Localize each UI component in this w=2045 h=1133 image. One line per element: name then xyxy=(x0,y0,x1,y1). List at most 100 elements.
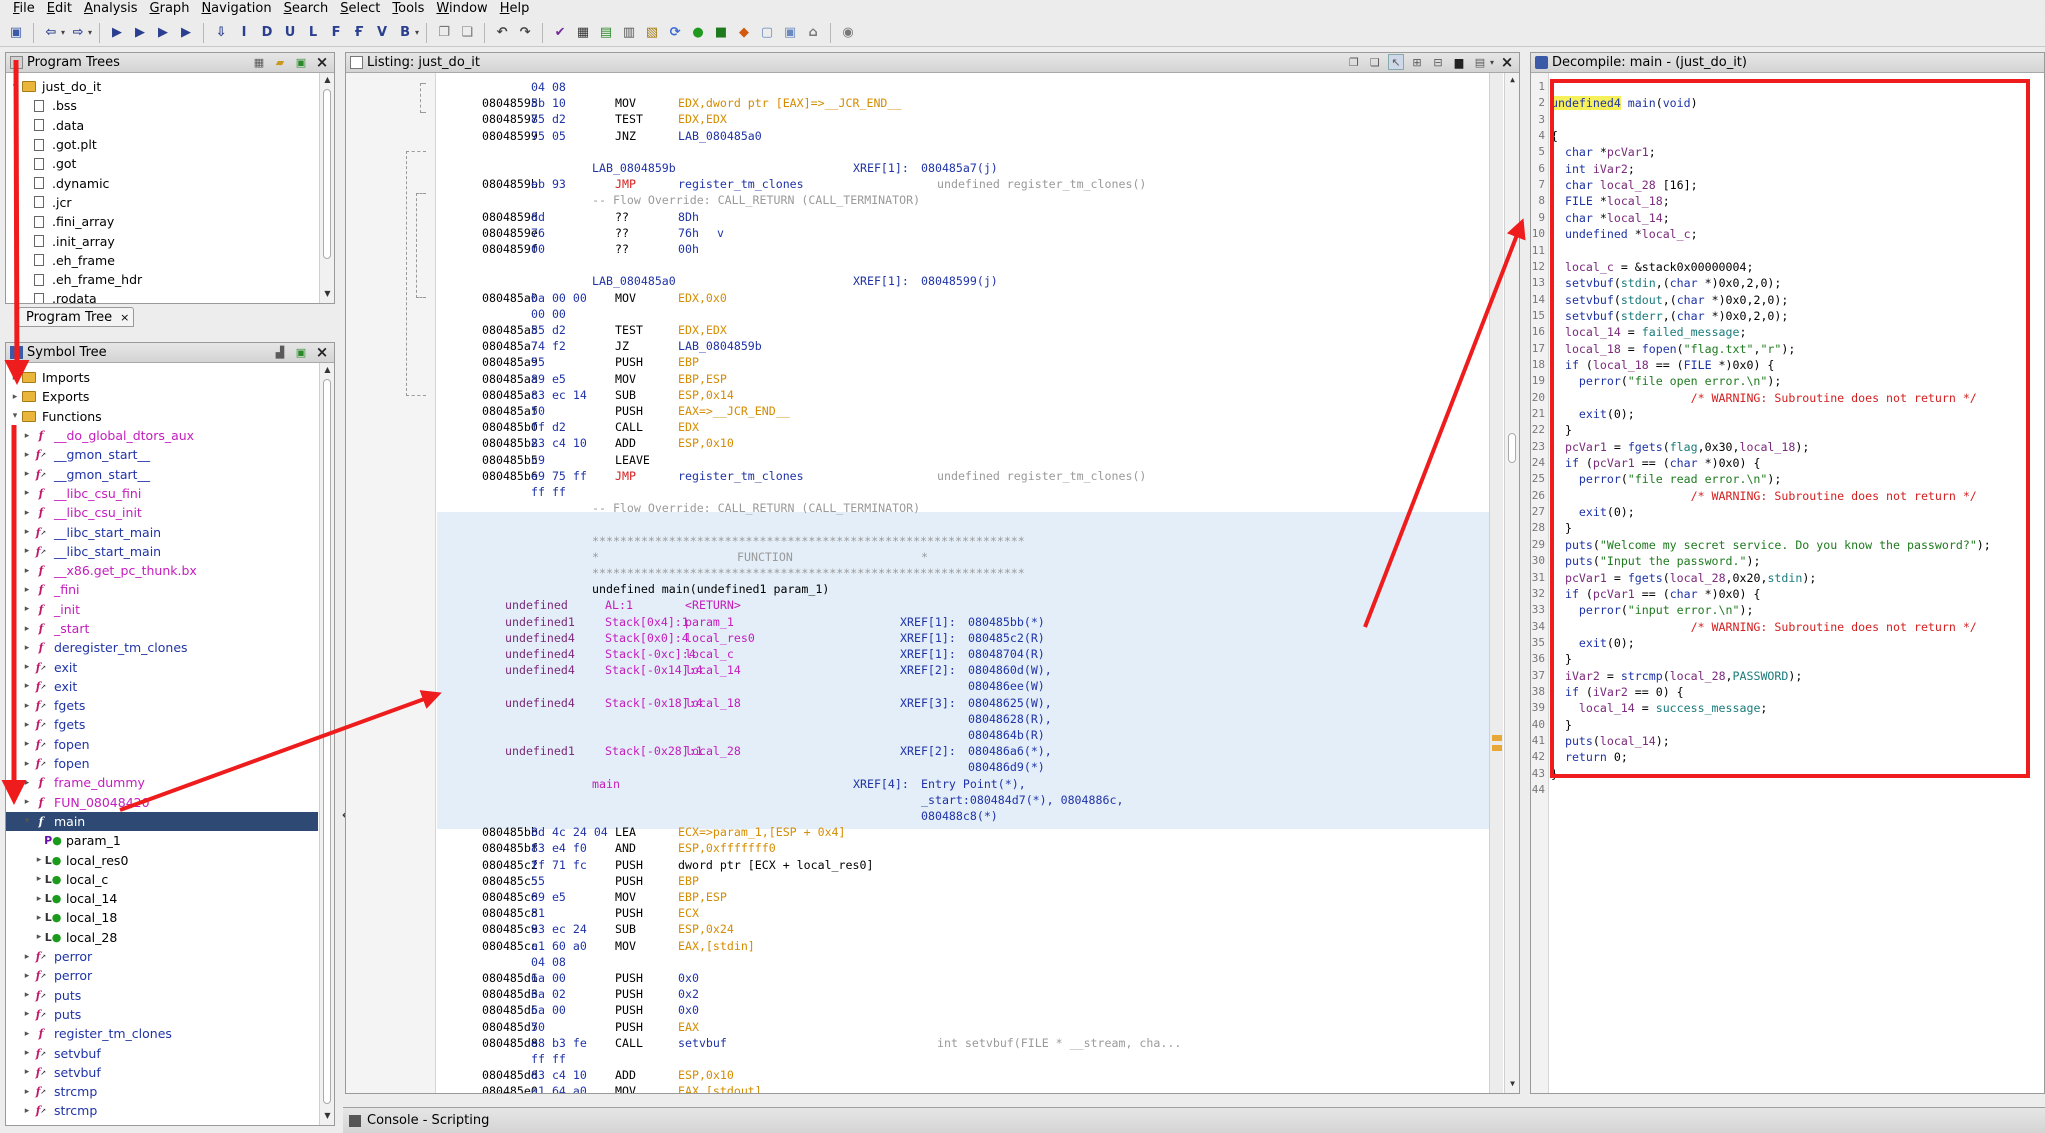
listing-row[interactable]: 0804864b(R) xyxy=(437,727,1489,743)
decompile-line[interactable]: 3 xyxy=(1538,112,2044,128)
menu-select[interactable]: Select xyxy=(335,0,385,18)
decompile-line[interactable]: 5 char *pcVar1; xyxy=(1538,144,2044,160)
listing-row[interactable]: ****************************************… xyxy=(437,533,1489,549)
next-undefined-icon[interactable]: ▶ xyxy=(153,23,173,43)
function-item[interactable]: ▸ f __x86.get_pc_thunk.bx xyxy=(6,561,318,580)
listing-row[interactable]: undefined main(undefined1 param_1) xyxy=(437,581,1489,597)
listing-row[interactable]: undefined4 Stack[-0x18]:4 local_18 XREF[3]:… xyxy=(437,695,1489,711)
expand-toggle-icon[interactable]: ▸ xyxy=(22,643,32,653)
expand-toggle-icon[interactable]: ▸ xyxy=(22,585,32,595)
listing-code-area[interactable]: 04 08 08048595 8b 10 MOV EDX,dword ptr [EAX]… xyxy=(437,73,1489,1093)
expand-toggle-icon[interactable]: ▸ xyxy=(22,720,32,730)
listing-row[interactable]: undefined4 Stack[-0x14]:4 local_14 XREF[2]:… xyxy=(437,662,1489,678)
decompile-line[interactable]: 9 char *local_14; xyxy=(1538,210,2044,226)
decompile-line[interactable]: 14 setvbuf(stdout,(char *)0x0,2,0); xyxy=(1532,292,2044,308)
menu-help[interactable]: Help xyxy=(495,0,535,18)
expand-toggle-icon[interactable]: ▸ xyxy=(22,990,32,1000)
menu-search[interactable]: Search xyxy=(279,0,334,18)
memory-map-icon[interactable]: ▦ xyxy=(573,23,593,43)
listing-row[interactable]: * FUNCTION * xyxy=(437,549,1489,565)
decompile-line[interactable]: 21 exit(0); xyxy=(1532,406,2044,422)
listing-row[interactable]: 080485af 50 PUSH EAX=>__JCR_END__ xyxy=(437,403,1489,419)
listing-row[interactable]: 080485dd 83 c4 10 ADD ESP,0x10 xyxy=(437,1067,1489,1083)
decompile-line[interactable]: 38 if (iVar2 == 0) { xyxy=(1532,684,2044,700)
decompile-line[interactable]: 7 char local_28 [16]; xyxy=(1538,177,2044,193)
program-tree-item[interactable]: .fini_array xyxy=(6,212,318,231)
listing-row[interactable]: 080485a0 ba 00 00 MOV EDX,0x0 xyxy=(437,290,1489,306)
create-tree-icon[interactable]: ▣ xyxy=(293,54,309,70)
tree-root[interactable]: ▾ just_do_it xyxy=(6,77,318,96)
decompile-line[interactable]: 30 puts("Input the password."); xyxy=(1532,553,2044,569)
decompile-line[interactable]: 11 xyxy=(1532,243,2044,259)
paste-icon[interactable]: ❏ xyxy=(1367,54,1383,70)
listing-row[interactable]: 080485a5 85 d2 TEST EDX,EDX xyxy=(437,322,1489,338)
decompile-line[interactable]: 39 local_14 = success_message; xyxy=(1532,700,2044,716)
expand-toggle-icon[interactable]: ▸ xyxy=(22,546,32,556)
decompile-line[interactable]: 33 perror("input error.\n"); xyxy=(1532,602,2044,618)
scroll-up-icon[interactable]: ▲ xyxy=(320,75,334,87)
expand-toggle-icon[interactable]: ▸ xyxy=(10,1125,20,1126)
listing-row[interactable]: 080485e0 a1 64 a0 MOV EAX,[stdout] xyxy=(437,1083,1489,1093)
expand-toggle-icon[interactable]: ▸ xyxy=(34,932,44,942)
collapse-toggle-icon[interactable]: ▾ xyxy=(10,82,20,92)
decompile-line[interactable]: 6 int iVar2; xyxy=(1538,161,2044,177)
function-item[interactable]: ▸ f ↗ puts xyxy=(6,986,318,1005)
function-item[interactable]: ▸ f ↗ fgets xyxy=(6,696,318,715)
expand-toggle-icon[interactable]: ▸ xyxy=(22,681,32,691)
tree-functions[interactable]: ▾ Functions xyxy=(6,407,318,426)
function-item[interactable]: ▸ f _start xyxy=(6,619,318,638)
decompile-line[interactable]: 19 perror("file open error.\n"); xyxy=(1532,373,2044,389)
open-folder-icon[interactable]: ▰ xyxy=(272,54,288,70)
scroll-down-icon[interactable]: ▼ xyxy=(320,1111,334,1123)
function-item[interactable]: ▸ f ↗ setvbuf xyxy=(6,1063,318,1082)
program-tree-item[interactable]: .jcr xyxy=(6,193,318,212)
checkmark-icon[interactable]: ✔ xyxy=(550,23,570,43)
program-tree-scrollbar[interactable]: ▲ ▼ xyxy=(319,73,334,303)
tree-imports[interactable]: ▸ Imports xyxy=(6,368,318,387)
expand-toggle-icon[interactable]: ▸ xyxy=(22,778,32,788)
listing-row[interactable]: 080486d9(*) xyxy=(437,759,1489,775)
listing-row[interactable]: 08048599 75 05 JNZ LAB_080485a0 xyxy=(437,128,1489,144)
listing-row[interactable]: 080485bb 8d 4c 24 04 LEA ECX=>param_1,[ESP … xyxy=(437,824,1489,840)
listing-row[interactable]: 080485ac 83 ec 14 SUB ESP,0x14 xyxy=(437,387,1489,403)
decompile-line[interactable]: 42 return 0; xyxy=(1532,749,2044,765)
function-item[interactable]: ▸ f _init xyxy=(6,600,318,619)
function-item-main[interactable]: ▾ f main xyxy=(6,811,318,832)
symbol-tree-scrollbar[interactable]: ▲ ▼ xyxy=(319,363,334,1125)
decompile-line[interactable]: 32 if (pcVar1 == (char *)0x0) { xyxy=(1532,586,2044,602)
tab-close-icon[interactable]: × xyxy=(120,311,129,324)
decompile-line[interactable]: 4{ xyxy=(1538,128,2044,144)
program-tree-item[interactable]: .bss xyxy=(6,96,318,115)
function-item[interactable]: ▸ f ↗ perror xyxy=(6,966,318,985)
decompile-line[interactable]: 18 if (local_18 == (FILE *)0x0) { xyxy=(1532,357,2044,373)
decompile-line[interactable]: 27 exit(0); xyxy=(1532,504,2044,520)
console-scripting-bar[interactable]: Console - Scripting xyxy=(343,1107,2045,1133)
collapse-toggle-icon[interactable]: ▾ xyxy=(10,411,20,421)
tree-exports[interactable]: ▸ Exports xyxy=(6,387,318,406)
layout-dropdown-icon[interactable]: ▾ xyxy=(1490,58,1494,67)
listing-row[interactable]: 04 08 xyxy=(437,954,1489,970)
scroll-down-icon[interactable]: ▼ xyxy=(1505,1079,1519,1091)
forward-arrow-icon[interactable]: ⇨ xyxy=(68,23,88,43)
decompile-line[interactable]: 12 local_c = &stack0x00000004; xyxy=(1532,259,2044,275)
listing-row[interactable]: 04 08 xyxy=(437,79,1489,95)
scroll-down-icon[interactable]: ▼ xyxy=(320,289,334,301)
listing-row[interactable]: 080485a7 74 f2 JZ LAB_0804859b xyxy=(437,338,1489,354)
expand-toggle-icon[interactable]: ▸ xyxy=(34,874,44,884)
function-item[interactable]: ▸ f ↗ strcmp xyxy=(6,1101,318,1120)
decompile-line[interactable]: 26 /* WARNING: Subroutine does not retur… xyxy=(1532,488,2044,504)
program-tree-item[interactable]: .got.plt xyxy=(6,135,318,154)
variable-item[interactable]: ▸ L ● local_28 xyxy=(6,928,318,947)
close-icon[interactable]: × xyxy=(314,343,330,361)
expand-toggle-icon[interactable]: ▸ xyxy=(34,855,44,865)
overview-bar[interactable] xyxy=(1489,73,1503,1093)
function-item[interactable]: ▸ f ↗ fopen xyxy=(6,754,318,773)
listing-row[interactable]: 080485c9 83 ec 24 SUB ESP,0x24 xyxy=(437,921,1489,937)
next-data-icon[interactable]: ▶ xyxy=(130,23,150,43)
function-item[interactable]: ▸ f ↗ strcmp xyxy=(6,1082,318,1101)
function-item[interactable]: ▸ f ↗ puts xyxy=(6,1005,318,1024)
program-tree-item[interactable]: .eh_frame xyxy=(6,251,318,270)
program-tree-item[interactable]: .rodata xyxy=(6,289,318,303)
listing-row[interactable]: 0804859f 00?? 00h xyxy=(437,241,1489,257)
function-item[interactable]: ▸ f ↗ __gmon_start__ xyxy=(6,464,318,483)
